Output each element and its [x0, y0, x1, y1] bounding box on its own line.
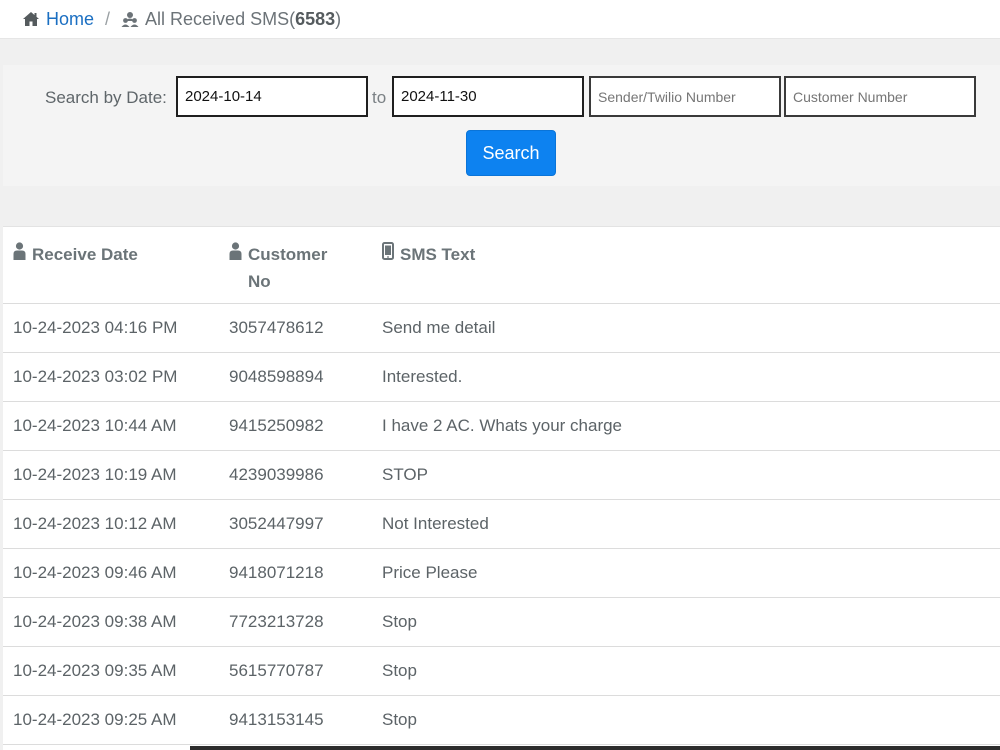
cell-sms-text: Price Please — [372, 548, 1000, 598]
mobile-icon — [382, 242, 394, 260]
table-header: Receive Date Customer No SMS Text — [3, 227, 1000, 304]
cell-receive-date: 10-24-2023 09:38 AM — [3, 597, 219, 647]
table-row[interactable]: 10-24-2023 04:16 PM 3057478612 Send me det… — [3, 303, 1000, 353]
header-receive-date[interactable]: Receive Date — [3, 227, 219, 304]
table-row[interactable]: 10-24-2023 10:12 AM 3052447997 Not Interes… — [3, 499, 1000, 549]
breadcrumb-current-label: All Received SMS(6583) — [145, 9, 341, 30]
cell-receive-date: 10-24-2023 10:44 AM — [3, 401, 219, 451]
cell-customer-no: 7723213728 — [219, 597, 372, 647]
cell-customer-no: 3057478612 — [219, 303, 372, 353]
cell-receive-date: 10-24-2023 09:46 AM — [3, 548, 219, 598]
header-customer-no[interactable]: Customer No — [219, 227, 372, 304]
customer-number-input[interactable] — [784, 76, 976, 117]
table-row[interactable]: 10-24-2023 09:25 AM 9413153145 Stop — [3, 695, 1000, 745]
cell-receive-date: 10-24-2023 09:25 AM — [3, 695, 219, 745]
table-row[interactable]: 10-24-2023 09:35 AM 5615770787 Stop — [3, 646, 1000, 696]
users-icon — [121, 12, 139, 27]
table-row[interactable]: 10-24-2023 09:38 AM 7723213728 Stop — [3, 597, 1000, 647]
cell-receive-date: 10-24-2023 10:19 AM — [3, 450, 219, 500]
search-by-date-label: Search by Date: — [45, 88, 167, 107]
search-panel: Search by Date: to Search — [3, 65, 1000, 186]
table-row[interactable]: 10-24-2023 03:02 PM 9048598894 Interested. — [3, 352, 1000, 402]
user-icon — [229, 242, 242, 260]
cell-customer-no: 9415250982 — [219, 401, 372, 451]
breadcrumb-current: All Received SMS(6583) — [121, 9, 341, 30]
header-receive-date-label: Receive Date — [32, 245, 138, 264]
date-from-input[interactable] — [176, 76, 368, 117]
breadcrumb-home-label[interactable]: Home — [46, 9, 94, 30]
cell-customer-no: 9418071218 — [219, 548, 372, 598]
cell-sms-text: Stop — [372, 646, 1000, 696]
cell-receive-date: 10-24-2023 10:12 AM — [3, 499, 219, 549]
cell-sms-text: Send me detail — [372, 303, 1000, 353]
breadcrumb: Home / All Received SMS(6583) — [0, 0, 1000, 39]
home-icon — [23, 12, 39, 26]
cell-customer-no: 9048598894 — [219, 352, 372, 402]
cell-sms-text: Stop — [372, 695, 1000, 745]
search-button[interactable]: Search — [466, 130, 556, 176]
breadcrumb-home-link[interactable]: Home — [22, 9, 94, 30]
header-sms-text-label: SMS Text — [400, 245, 476, 264]
received-sms-count: 6583 — [295, 8, 336, 29]
cell-receive-date: 10-24-2023 09:35 AM — [3, 646, 219, 696]
cell-customer-no: 5615770787 — [219, 646, 372, 696]
table-row[interactable]: 10-24-2023 09:46 AM 9418071218 Price Pleas… — [3, 548, 1000, 598]
date-range-to-label: to — [372, 88, 387, 107]
cell-receive-date: 10-24-2023 03:02 PM — [3, 352, 219, 402]
date-to-input[interactable] — [392, 76, 584, 117]
cell-sms-text: Interested. — [372, 352, 1000, 402]
page: Home / All Received SMS(6583) Search by … — [0, 0, 1000, 750]
table-body: 10-24-2023 04:16 PM 3057478612 Send me det… — [3, 303, 1000, 745]
cell-sms-text: Not Interested — [372, 499, 1000, 549]
received-sms-table-container: Receive Date Customer No SMS Text 10-24-… — [3, 226, 1000, 750]
header-customer-no-label: Customer No — [248, 245, 328, 291]
cell-customer-no: 3052447997 — [219, 499, 372, 549]
cell-customer-no: 9413153145 — [219, 695, 372, 745]
user-icon — [13, 242, 26, 260]
breadcrumb-separator: / — [105, 8, 111, 29]
table-row[interactable]: 10-24-2023 10:19 AM 4239039986 STOP — [3, 450, 1000, 500]
breadcrumb-count-close: ) — [335, 8, 342, 29]
bottom-scrollbar[interactable] — [190, 746, 1000, 750]
cell-sms-text: I have 2 AC. Whats your charge — [372, 401, 1000, 451]
cell-sms-text: Stop — [372, 597, 1000, 647]
breadcrumb-current-text: All Received SMS( — [145, 8, 296, 29]
table-row[interactable]: 10-24-2023 10:44 AM 9415250982 I have 2 AC… — [3, 401, 1000, 451]
header-sms-text[interactable]: SMS Text — [372, 227, 1000, 304]
sender-twilio-number-input[interactable] — [589, 76, 781, 117]
received-sms-table: Receive Date Customer No SMS Text 10-24-… — [3, 227, 1000, 745]
cell-receive-date: 10-24-2023 04:16 PM — [3, 303, 219, 353]
cell-sms-text: STOP — [372, 450, 1000, 500]
table-header-row: Receive Date Customer No SMS Text — [3, 227, 1000, 304]
cell-customer-no: 4239039986 — [219, 450, 372, 500]
